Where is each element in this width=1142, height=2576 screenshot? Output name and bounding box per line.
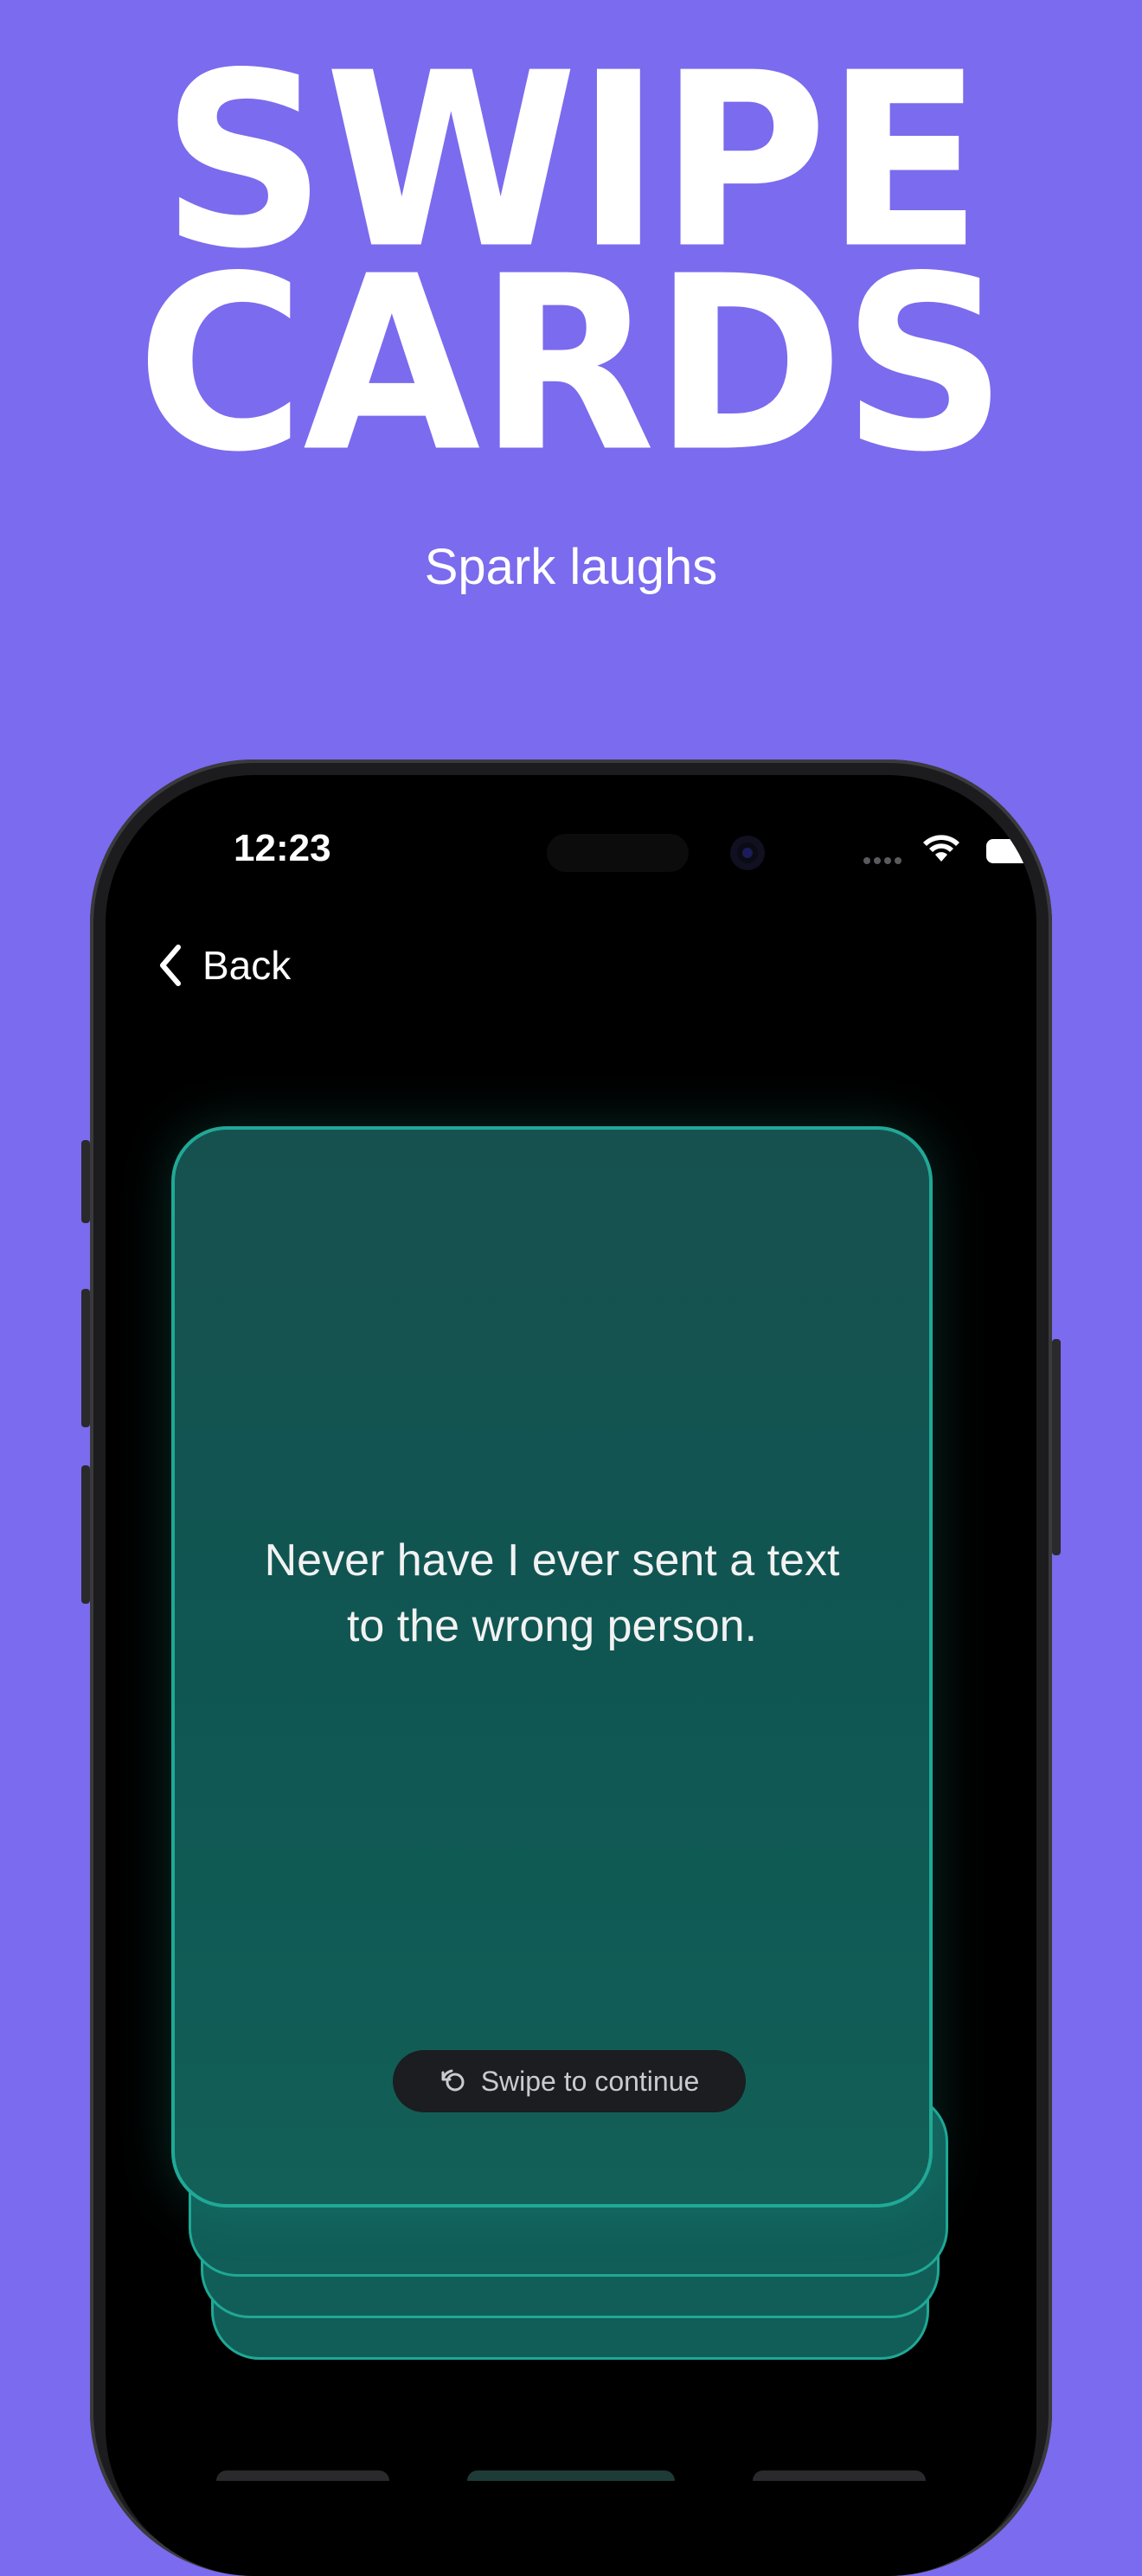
cellular-signal-icon	[863, 851, 905, 868]
back-label: Back	[202, 943, 292, 988]
dynamic-island	[547, 834, 689, 872]
swipe-hint-pill[interactable]: Swipe to continue	[393, 2050, 746, 2112]
swipe-hint-label: Swipe to continue	[480, 2065, 700, 2097]
bottom-control-center[interactable]	[467, 2470, 675, 2481]
status-time: 12:23	[234, 827, 331, 869]
wifi-icon	[923, 835, 959, 862]
bottom-control-left[interactable]	[216, 2470, 389, 2481]
swipe-gesture-icon	[441, 2069, 465, 2092]
phone-mute-switch	[81, 1140, 90, 1223]
phone-volume-down	[81, 1465, 90, 1604]
back-button[interactable]: Back	[157, 939, 291, 991]
card-question-text: Never have I ever sent a text to the wro…	[264, 1535, 840, 1651]
headline-line2: CARDS	[136, 225, 1007, 505]
subtitle: Spark laughs	[424, 539, 718, 595]
bottom-control-right[interactable]	[753, 2470, 926, 2481]
camera-icon	[730, 836, 765, 870]
battery-icon	[986, 839, 1036, 863]
phone-power-button	[1052, 1339, 1061, 1555]
question-card[interactable]: Never have I ever sent a text to the wro…	[171, 1126, 933, 2208]
chevron-left-icon	[160, 945, 181, 986]
phone-volume-up	[81, 1289, 90, 1427]
